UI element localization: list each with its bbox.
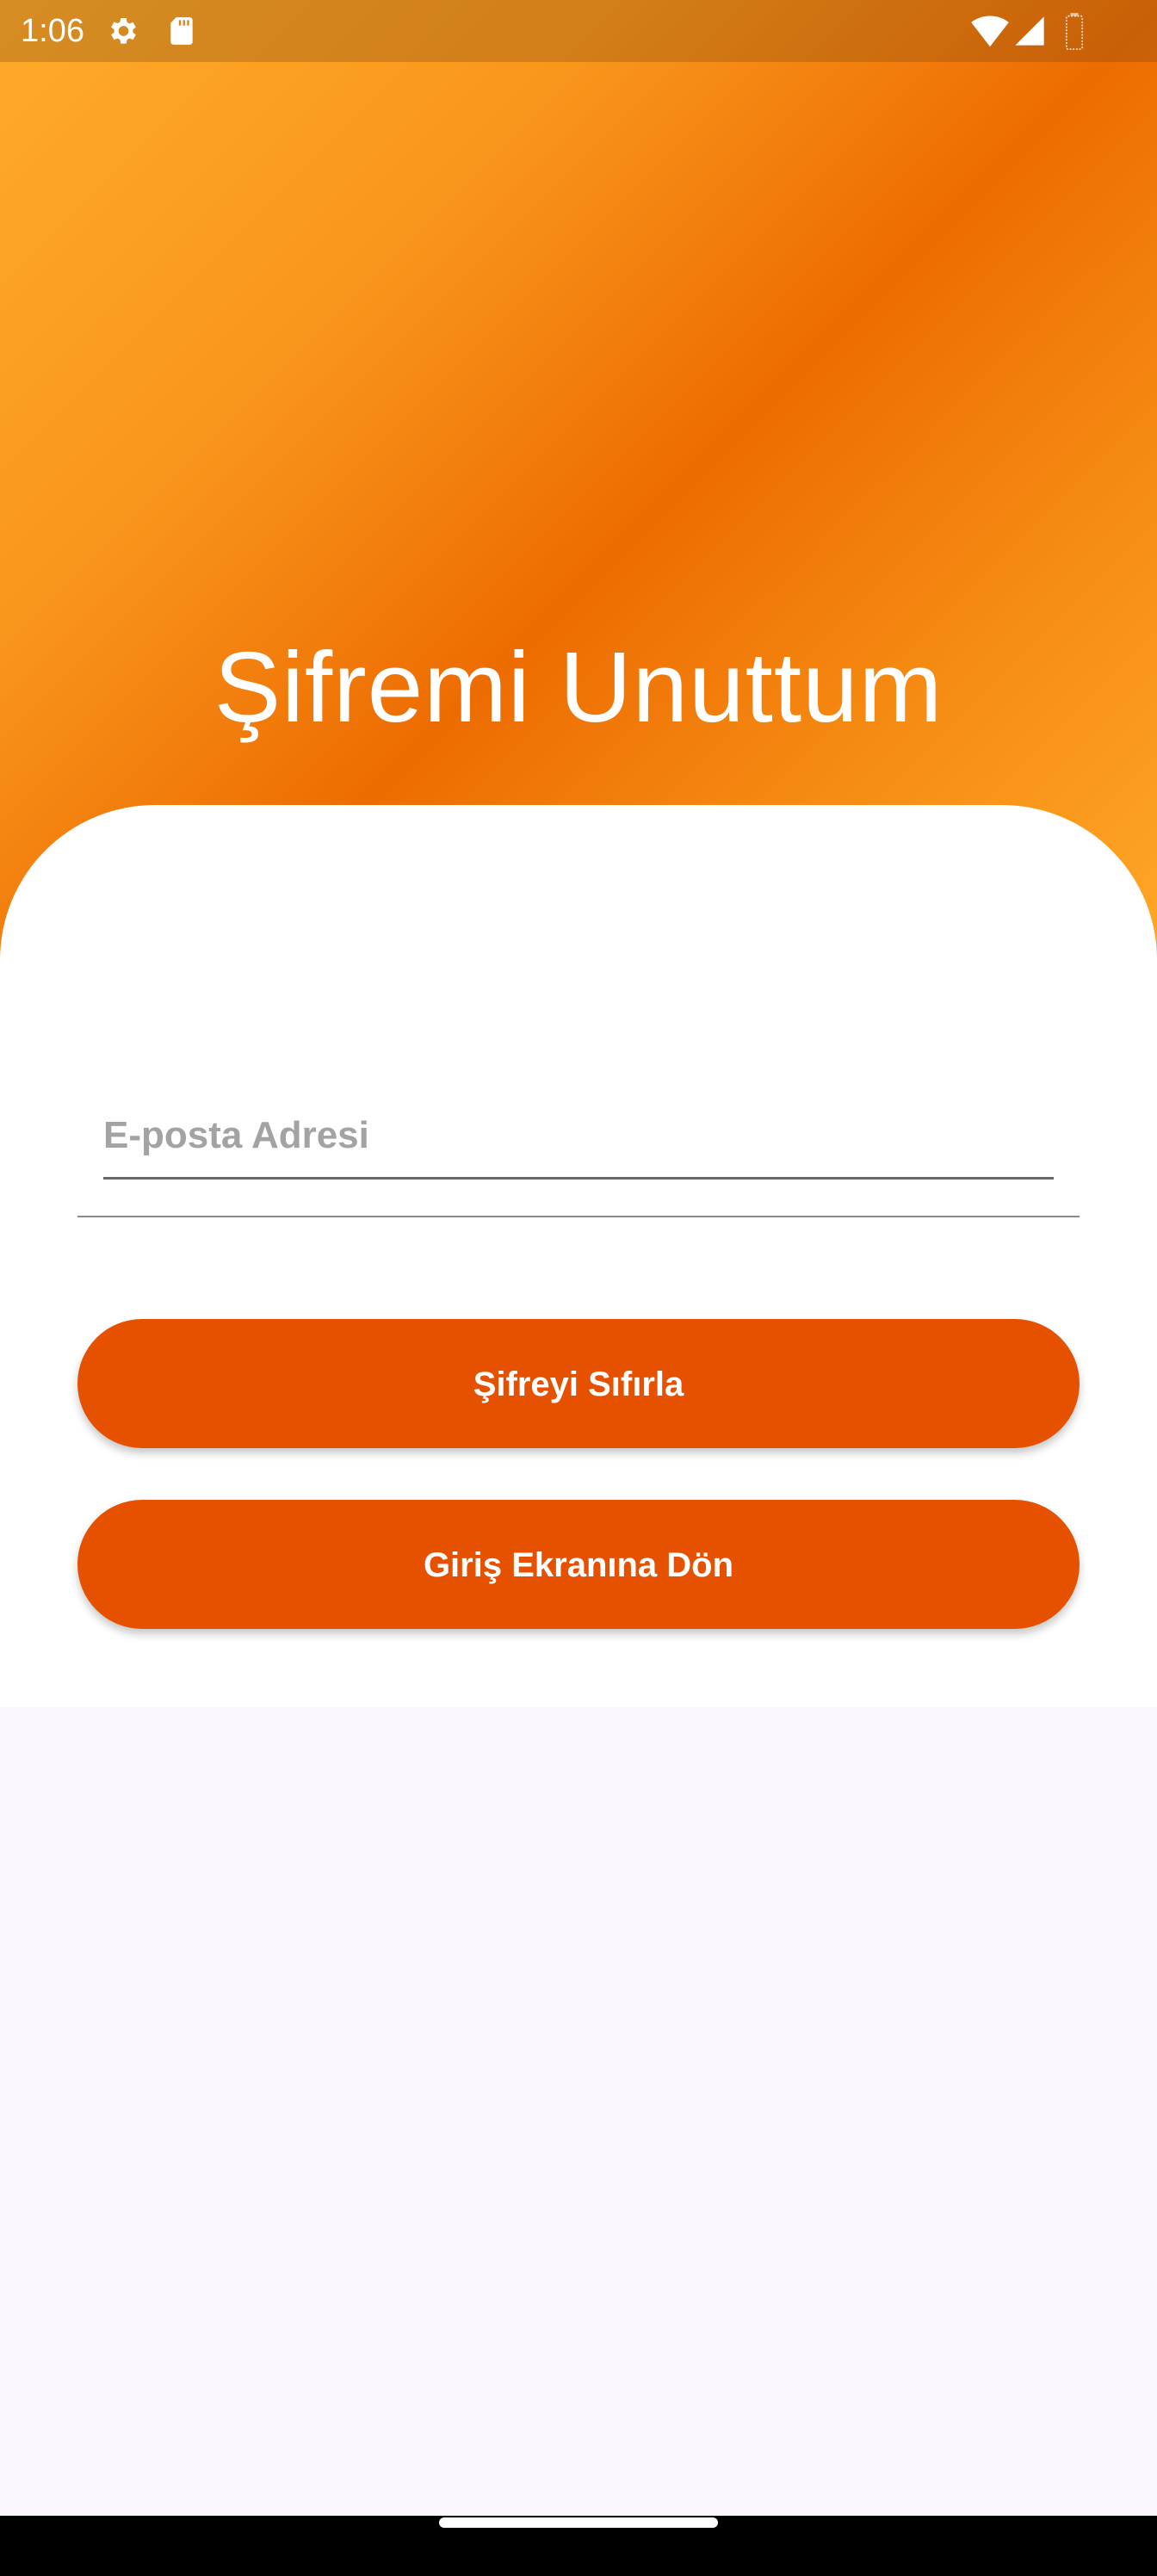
page-title: Şifremi Unuttum — [213, 630, 944, 743]
home-gesture-handle[interactable] — [439, 2517, 718, 2528]
signal-icon — [1012, 14, 1047, 53]
navigation-bar — [0, 2516, 1157, 2576]
wifi-icon — [971, 14, 1009, 53]
reset-password-button[interactable]: Şifreyi Sıfırla — [77, 1319, 1080, 1448]
sd-card-icon — [165, 14, 198, 53]
gear-icon — [105, 14, 139, 53]
email-field-container — [77, 1059, 1080, 1217]
email-input[interactable] — [103, 1093, 1054, 1180]
battery-icon — [1064, 12, 1085, 54]
back-to-login-button[interactable]: Giriş Ekranına Dön — [77, 1500, 1080, 1629]
status-bar: 1:06 — [0, 0, 1157, 62]
status-time: 1:06 — [21, 13, 84, 49]
